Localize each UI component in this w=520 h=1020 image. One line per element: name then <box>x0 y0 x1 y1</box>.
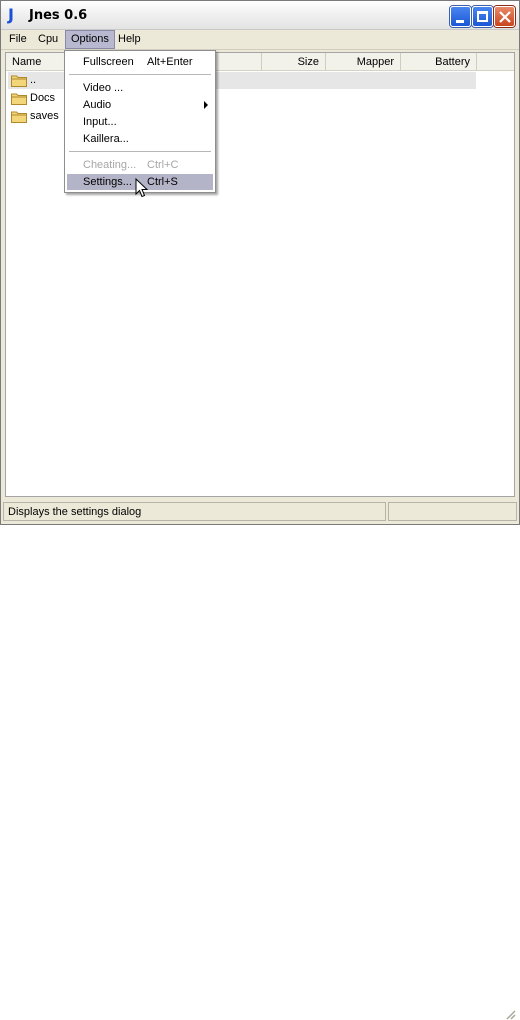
close-button[interactable] <box>494 6 515 27</box>
folder-icon <box>11 93 27 105</box>
status-panel-main: Displays the settings dialog <box>3 502 386 521</box>
menu-item-input[interactable]: Input... <box>67 114 213 130</box>
menu-bar: File Cpu Options Help <box>1 30 519 50</box>
menu-item-shortcut: Ctrl+C <box>147 159 179 171</box>
mouse-cursor-icon <box>135 178 149 198</box>
menu-item-label: Settings... <box>83 176 132 188</box>
menu-item-shortcut: Ctrl+S <box>147 176 178 188</box>
submenu-arrow-icon <box>204 101 208 109</box>
menu-separator <box>69 74 211 75</box>
list-item-name: saves <box>30 110 59 122</box>
options-menu: Fullscreen Alt+Enter Video ... Audio Inp… <box>64 50 216 193</box>
status-panel-secondary <box>388 502 517 521</box>
menu-item-label: Video ... <box>83 82 124 94</box>
resize-grip-icon[interactable] <box>504 1008 516 1020</box>
status-bar: Displays the settings dialog <box>1 499 519 1020</box>
folder-icon <box>11 111 27 123</box>
menu-cpu[interactable]: Cpu <box>33 30 63 49</box>
menu-separator <box>69 151 211 152</box>
column-battery[interactable]: Battery <box>401 53 477 71</box>
menu-item-label: Fullscreen <box>83 56 134 68</box>
status-text: Displays the settings dialog <box>8 506 142 518</box>
menu-item-label: Kaillera... <box>83 133 129 145</box>
close-icon <box>499 11 511 23</box>
menu-help[interactable]: Help <box>113 30 146 49</box>
title-bar[interactable]: J Jnes 0.6 <box>1 1 519 30</box>
menu-file[interactable]: File <box>4 30 32 49</box>
menu-item-label: Cheating... <box>83 159 137 171</box>
column-size[interactable]: Size <box>262 53 326 71</box>
menu-item-audio[interactable]: Audio <box>67 97 213 113</box>
menu-item-cheating: Cheating... Ctrl+C <box>67 157 213 173</box>
list-item-name: Docs <box>30 92 56 104</box>
app-window: J Jnes 0.6 File Cpu Options Help Name Si… <box>0 0 520 1020</box>
column-mapper[interactable]: Mapper <box>326 53 401 71</box>
menu-item-label: Input... <box>83 116 117 128</box>
folder-icon <box>11 75 27 87</box>
menu-item-shortcut: Alt+Enter <box>147 56 193 68</box>
menu-item-fullscreen[interactable]: Fullscreen Alt+Enter <box>67 54 213 70</box>
menu-item-video[interactable]: Video ... <box>67 80 213 96</box>
menu-item-kaillera[interactable]: Kaillera... <box>67 131 213 147</box>
app-icon: J <box>8 5 14 24</box>
list-item-name: .. <box>30 74 37 86</box>
window-title: Jnes 0.6 <box>29 8 88 23</box>
menu-item-label: Audio <box>83 99 112 111</box>
minimize-button[interactable] <box>450 6 471 27</box>
maximize-button[interactable] <box>472 6 493 27</box>
menu-options[interactable]: Options <box>65 30 115 49</box>
